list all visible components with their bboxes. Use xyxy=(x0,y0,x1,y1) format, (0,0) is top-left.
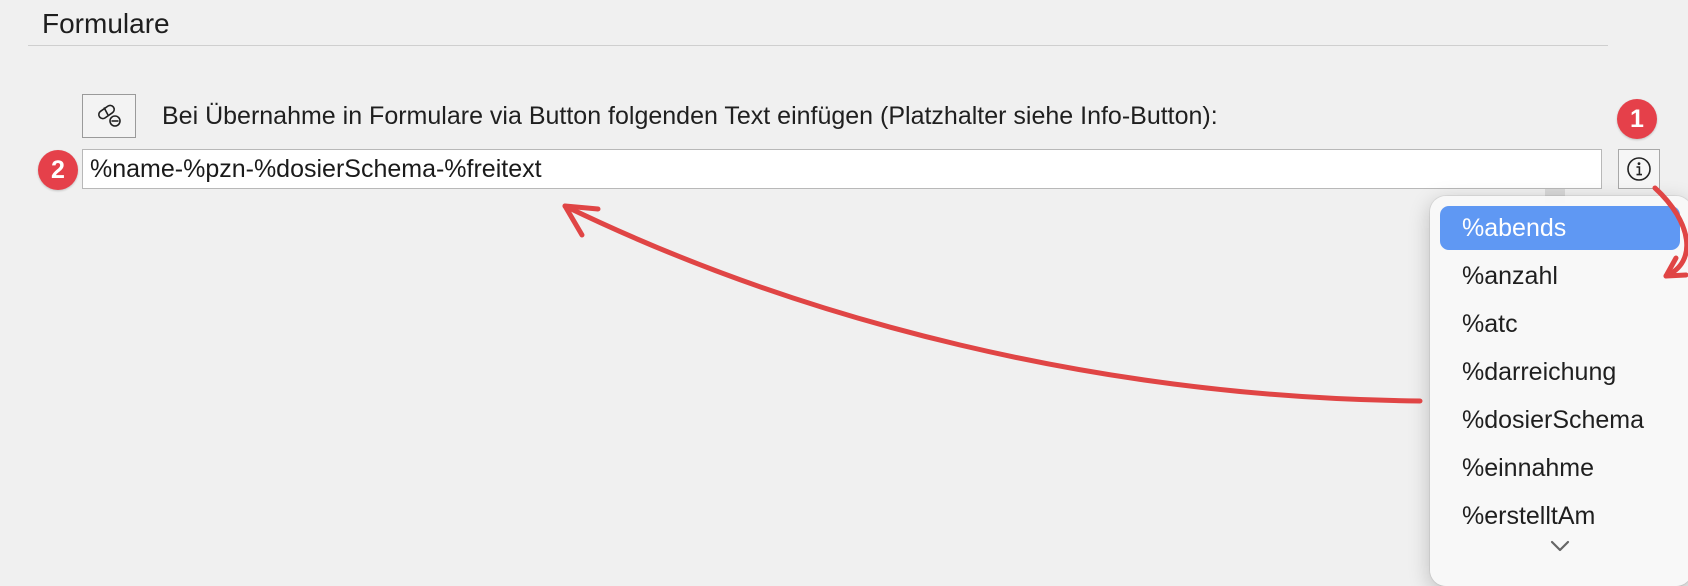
scroll-more-button[interactable] xyxy=(1545,536,1575,556)
placeholder-item-abends[interactable]: %abends xyxy=(1440,206,1680,250)
chevron-down-icon xyxy=(1550,540,1570,552)
annotation-badge-1: 1 xyxy=(1617,99,1657,139)
placeholder-item-einnahme[interactable]: %einnahme xyxy=(1440,446,1680,490)
section-divider xyxy=(28,45,1608,46)
info-button[interactable] xyxy=(1618,149,1660,189)
form-text-label: Bei Übernahme in Formulare via Button fo… xyxy=(162,102,1218,130)
placeholder-dropdown[interactable]: %abends %anzahl %atc %darreichung %dosie… xyxy=(1430,196,1688,586)
section-title: Formulare xyxy=(42,8,170,39)
pill-button[interactable] xyxy=(82,94,136,138)
info-icon xyxy=(1627,157,1651,181)
annotation-arrowhead-field xyxy=(562,203,601,238)
placeholder-item-darreichung[interactable]: %darreichung xyxy=(1440,350,1680,394)
annotation-arrow-to-field xyxy=(562,203,1423,404)
placeholder-item-anzahl[interactable]: %anzahl xyxy=(1440,254,1680,298)
annotation-badge-2: 2 xyxy=(38,150,78,190)
pill-icon xyxy=(98,104,121,127)
placeholder-item-dosierschema[interactable]: %dosierSchema xyxy=(1440,398,1680,442)
placeholder-item-atc[interactable]: %atc xyxy=(1440,302,1680,346)
form-text-input[interactable] xyxy=(82,149,1602,189)
placeholder-item-erstelltam[interactable]: %erstelltAm xyxy=(1440,494,1680,538)
